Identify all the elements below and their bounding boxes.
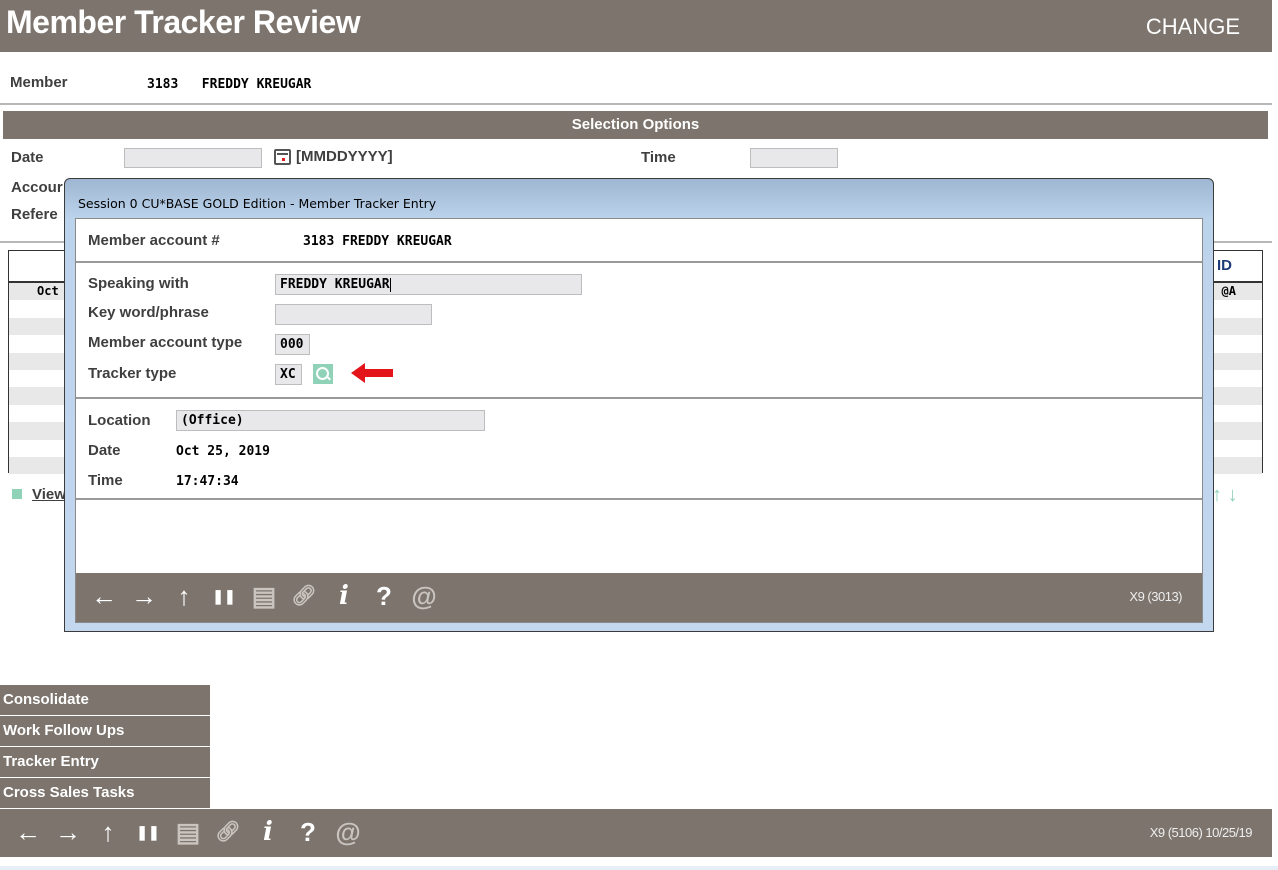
bullet-icon — [12, 489, 22, 499]
forward-arrow-icon[interactable]: → — [48, 817, 88, 847]
time-label: Time — [88, 472, 123, 489]
account-type-label: Member account type — [88, 334, 243, 351]
main-toolbar: ← → ↑ ❚❚ ▤ 🔗︎ 𝒊 ? @ — [8, 817, 368, 847]
divider — [76, 498, 1202, 500]
email-icon[interactable]: @ — [404, 581, 444, 611]
dialog-session-status: X9 (3013) — [1129, 589, 1182, 604]
keyword-input[interactable] — [275, 304, 432, 325]
red-annotation-arrow-icon — [351, 363, 393, 383]
tracker-entry-dialog: Session 0 CU*BASE GOLD Edition - Member … — [64, 178, 1214, 632]
date-label: Date — [88, 442, 121, 459]
calendar-icon[interactable] — [274, 149, 291, 165]
email-icon[interactable]: @ — [328, 817, 368, 847]
speaking-with-input[interactable]: FREDDY KREUGAR — [275, 274, 582, 295]
account-type-input[interactable]: 000 — [275, 334, 310, 355]
menu-item-tracker-entry[interactable]: Tracker Entry — [0, 747, 210, 777]
menu-item-work-follow-ups[interactable]: Work Follow Ups — [0, 716, 210, 746]
time-value: 17:47:34 — [176, 474, 239, 489]
back-arrow-icon[interactable]: ← — [84, 581, 124, 611]
date-filter-label: Date — [11, 149, 44, 166]
help-icon[interactable]: ? — [364, 581, 404, 611]
up-arrow-icon[interactable]: ↑ — [164, 581, 204, 611]
member-account-label: Member account # — [88, 232, 220, 249]
up-arrow-icon[interactable]: ↑ — [88, 817, 128, 847]
back-arrow-icon[interactable]: ← — [8, 817, 48, 847]
selection-options-header: Selection Options — [3, 111, 1268, 139]
tracker-type-input[interactable]: XC — [275, 364, 302, 385]
action-menu: Consolidate Work Follow Ups Tracker Entr… — [0, 685, 210, 809]
info-icon[interactable]: 𝒊 — [324, 581, 364, 611]
divider — [76, 397, 1202, 399]
scroll-down-icon[interactable]: ↓ — [1228, 484, 1238, 506]
dialog-toolbar: ← → ↑ ❚❚ ▤ 🔗︎ 𝒊 ? @ — [84, 581, 444, 611]
tracker-type-label: Tracker type — [88, 365, 177, 382]
dialog-footer-toolbar: ← → ↑ ❚❚ ▤ 🔗︎ 𝒊 ? @ X9 (3013) — [76, 573, 1202, 622]
divider — [76, 261, 1202, 263]
info-icon[interactable]: 𝒊 — [248, 817, 288, 847]
pause-icon[interactable]: ❚❚ — [128, 817, 168, 847]
member-account-value: 3183 FREDDY KREUGAR — [303, 234, 452, 249]
view-link[interactable]: View — [12, 486, 66, 503]
dialog-body: Member account # 3183 FREDDY KREUGAR Spe… — [75, 218, 1203, 623]
location-input[interactable]: (Office) — [176, 410, 485, 431]
mode-indicator: CHANGE — [1145, 14, 1240, 39]
date-format-hint: [MMDDYYYY] — [296, 148, 393, 165]
print-icon[interactable]: ▤ — [244, 581, 284, 611]
time-filter-input[interactable] — [750, 148, 838, 168]
account-filter-label: Accour — [11, 179, 63, 196]
session-status: X9 (5106) 10/25/19 — [1149, 825, 1253, 840]
keyword-label: Key word/phrase — [88, 304, 209, 321]
link-icon[interactable]: 🔗︎ — [284, 581, 324, 611]
grid-header-id: ID — [1217, 257, 1232, 274]
date-filter-input[interactable] — [124, 148, 262, 168]
member-label: Member — [10, 74, 68, 91]
page-header: Member Tracker Review CHANGE — [0, 0, 1272, 52]
pause-icon[interactable]: ❚❚ — [204, 581, 244, 611]
lookup-zoom-icon[interactable] — [313, 364, 333, 384]
date-value: Oct 25, 2019 — [176, 444, 270, 459]
member-info-row: Member 3183 FREDDY KREUGAR — [0, 52, 1272, 105]
dialog-title: Session 0 CU*BASE GOLD Edition - Member … — [78, 196, 437, 211]
time-filter-label: Time — [641, 149, 676, 166]
bottom-strip — [0, 866, 1278, 870]
link-icon[interactable]: 🔗︎ — [208, 817, 248, 847]
location-label: Location — [88, 412, 151, 429]
text-cursor — [389, 277, 391, 292]
print-icon[interactable]: ▤ — [168, 817, 208, 847]
page-title: Member Tracker Review — [6, 4, 361, 40]
member-value: 3183 FREDDY KREUGAR — [147, 77, 312, 92]
forward-arrow-icon[interactable]: → — [124, 581, 164, 611]
help-icon[interactable]: ? — [288, 817, 328, 847]
reference-filter-label: Refere — [11, 206, 58, 223]
main-footer-toolbar: ← → ↑ ❚❚ ▤ 🔗︎ 𝒊 ? @ X9 (5106) 10/25/19 — [0, 809, 1272, 857]
menu-item-cross-sales-tasks[interactable]: Cross Sales Tasks — [0, 778, 210, 808]
speaking-with-label: Speaking with — [88, 275, 189, 292]
menu-item-consolidate[interactable]: Consolidate — [0, 685, 210, 715]
scroll-controls: ↑ ↓ — [1212, 484, 1238, 507]
